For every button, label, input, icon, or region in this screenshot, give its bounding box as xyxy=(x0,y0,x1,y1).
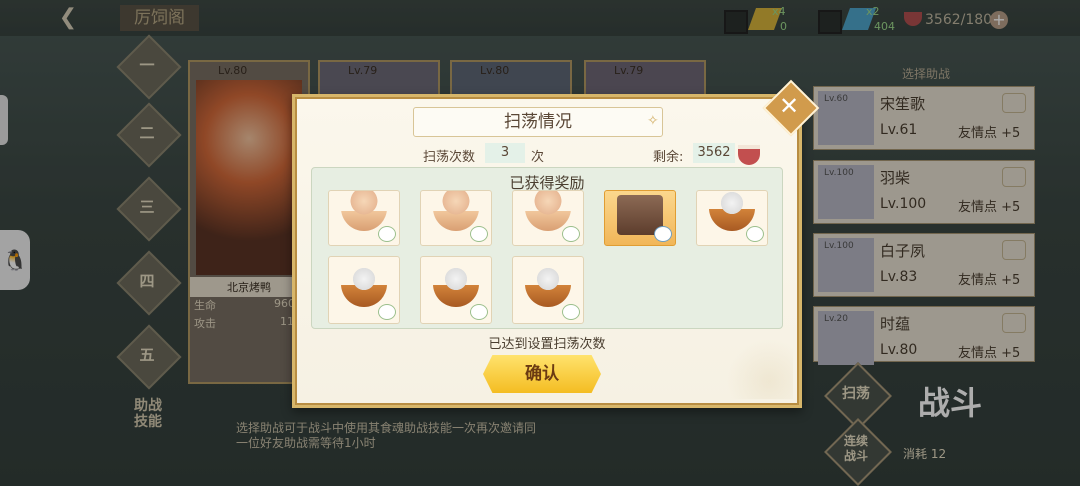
confirm-button[interactable]: 确认 xyxy=(483,355,601,393)
reward-type-badge-icon xyxy=(470,226,488,242)
reward-type-badge-icon xyxy=(378,304,396,320)
reward-item[interactable] xyxy=(512,190,584,246)
pot-food-icon xyxy=(709,191,755,231)
reward-type-badge-icon xyxy=(562,304,580,320)
reward-item[interactable] xyxy=(512,256,584,324)
reward-item[interactable] xyxy=(420,256,492,324)
reward-type-badge-icon xyxy=(746,226,764,242)
pot-food-icon xyxy=(525,267,571,307)
reward-type-badge-icon xyxy=(654,226,672,242)
close-icon[interactable]: ✕ xyxy=(771,88,807,124)
reward-item[interactable] xyxy=(328,256,400,324)
reward-item[interactable] xyxy=(604,190,676,246)
bowl-food-icon xyxy=(433,191,479,231)
reward-type-badge-icon xyxy=(470,304,488,320)
rewards-panel: 已获得奖励 xyxy=(311,167,783,329)
reward-item[interactable] xyxy=(420,190,492,246)
remaining-label: 剩余: xyxy=(653,150,684,165)
sweep-result-modal: ✧ 扫荡情况 ✧ 扫荡次数 3 次 剩余: 3562 已获得奖励 xyxy=(292,94,802,408)
remaining-value: 3562 xyxy=(693,143,735,163)
bowl-food-icon xyxy=(341,191,387,231)
reward-item[interactable] xyxy=(696,190,768,246)
bowl-food-icon xyxy=(525,191,571,231)
corner-deco xyxy=(713,339,793,399)
rice-bowl-icon xyxy=(738,145,760,165)
modal-title: 扫荡情况 xyxy=(413,107,663,137)
reward-type-badge-icon xyxy=(378,226,396,242)
pot-food-icon xyxy=(341,267,387,307)
sweep-count-unit: 次 xyxy=(531,150,545,165)
reward-item[interactable] xyxy=(328,190,400,246)
sweep-count-label: 扫荡次数 xyxy=(423,150,476,165)
pot-food-icon xyxy=(433,267,479,307)
title-right-deco-icon: ✧ xyxy=(647,113,659,129)
reward-type-badge-icon xyxy=(562,226,580,242)
sweep-count-value: 3 xyxy=(485,143,525,163)
